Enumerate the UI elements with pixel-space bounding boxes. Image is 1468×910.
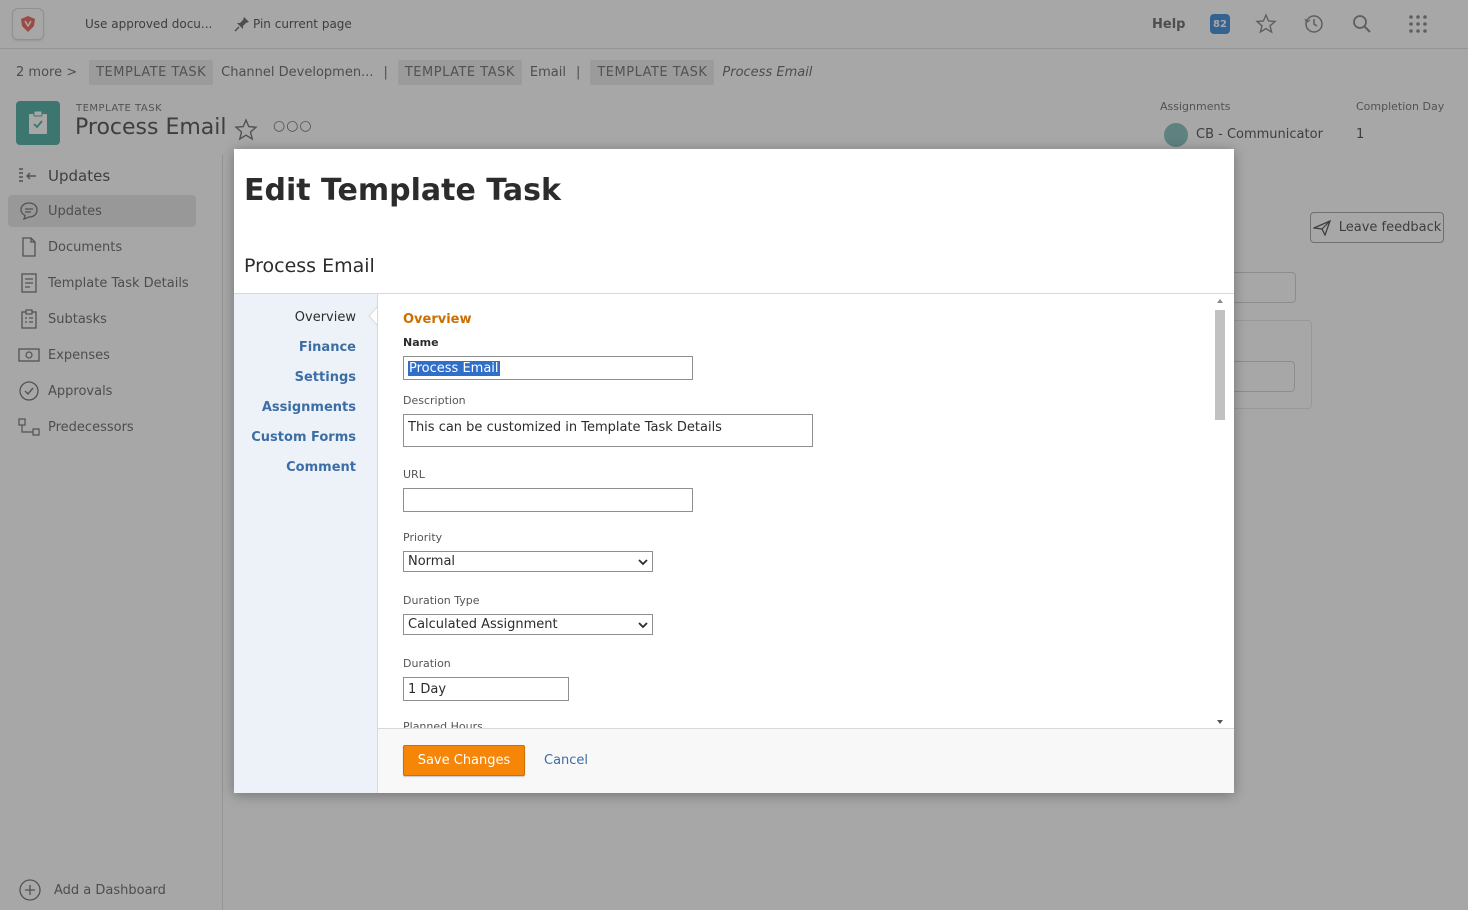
duration-input[interactable]: 1 Day [403,677,569,701]
dialog-nav-comment[interactable]: Comment [286,460,356,475]
priority-select[interactable]: Normal [403,551,653,572]
duration-type-value: Calculated Assignment [408,617,558,632]
scroll-up-icon[interactable] [1214,296,1226,306]
name-label: Name [403,336,439,349]
scrollbar-thumb[interactable] [1215,310,1225,420]
name-value: Process Email [408,360,500,376]
dialog-nav-finance[interactable]: Finance [299,340,356,355]
dialog-footer: Save Changes Cancel [377,728,1234,793]
dialog-nav-assignments[interactable]: Assignments [262,400,356,415]
cancel-button[interactable]: Cancel [544,753,588,768]
dialog-title: Edit Template Task [244,173,561,208]
description-label: Description [403,394,466,407]
dialog-subtitle: Process Email [244,255,375,277]
priority-value: Normal [408,554,456,569]
description-textarea[interactable]: This can be customized in Template Task … [403,414,813,447]
planned-hours-label: Planned Hours [403,720,483,728]
edit-template-task-dialog: Edit Template Task Process Email Overvie… [234,149,1234,793]
dialog-nav: Overview Finance Settings Assignments Cu… [234,293,378,793]
chevron-down-icon [638,621,648,628]
priority-label: Priority [403,531,443,544]
dialog-scrollbar[interactable] [1214,294,1226,728]
duration-value: 1 Day [408,681,447,697]
description-value: This can be customized in Template Task … [408,420,722,435]
section-title: Overview [403,312,472,327]
url-input[interactable] [403,488,693,512]
save-changes-label: Save Changes [417,753,511,768]
duration-type-select[interactable]: Calculated Assignment [403,614,653,635]
name-input[interactable]: Process Email [403,356,693,380]
scroll-down-icon[interactable] [1214,717,1226,727]
save-changes-button[interactable]: Save Changes [403,745,525,776]
url-label: URL [403,468,425,481]
dialog-form: Overview Name Process Email Description … [377,293,1234,728]
duration-type-label: Duration Type [403,594,480,607]
duration-label: Duration [403,657,451,670]
dialog-nav-overview[interactable]: Overview [295,310,356,325]
dialog-nav-custom-forms[interactable]: Custom Forms [251,430,356,445]
chevron-down-icon [638,558,648,565]
dialog-nav-settings[interactable]: Settings [295,370,356,385]
